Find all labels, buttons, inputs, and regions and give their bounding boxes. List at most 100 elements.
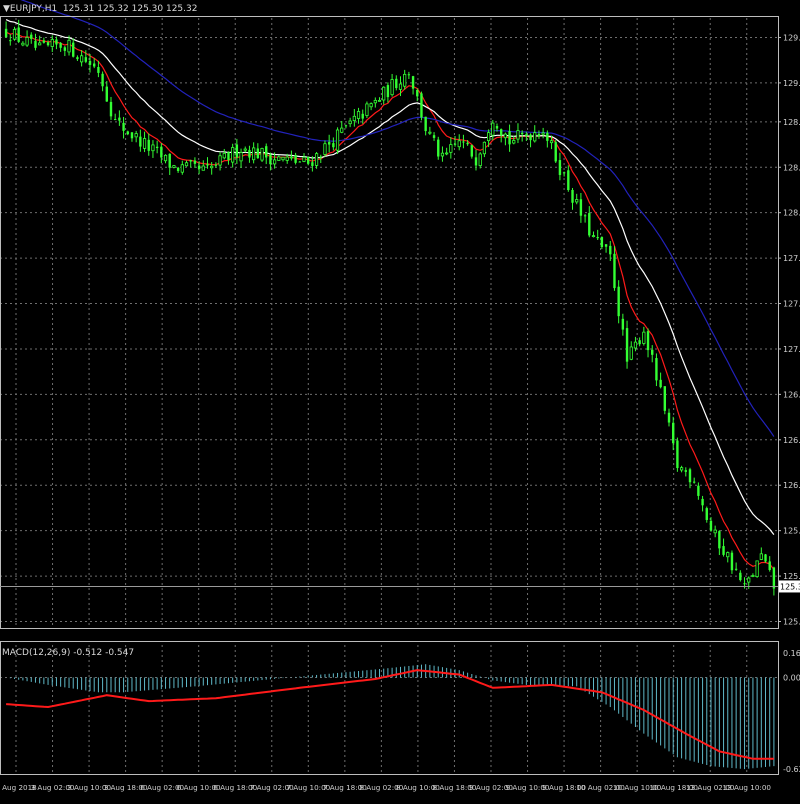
candle-body [617, 286, 620, 317]
macd-y-tick-label: 0.166 [783, 649, 800, 658]
candle-body [265, 146, 268, 158]
candle-body [679, 467, 684, 471]
candle-body [260, 148, 264, 161]
candle-body [503, 133, 507, 139]
candle-body [335, 129, 340, 151]
candle-body [772, 567, 776, 589]
candle-body [25, 37, 29, 46]
candle-body [533, 132, 537, 142]
candle-body [428, 131, 432, 134]
candle-body [147, 139, 150, 151]
candle-body [676, 440, 679, 469]
candle-body [508, 131, 511, 145]
candle-body [390, 79, 394, 96]
candle-body [377, 100, 382, 102]
candle-body [163, 154, 168, 162]
candle-body [743, 583, 746, 585]
candle-body [139, 136, 142, 147]
candle-body [155, 146, 159, 149]
candle-body [17, 27, 20, 42]
candle-body [235, 144, 239, 158]
candle-body [730, 552, 734, 571]
y-tick-label: 125.40 [783, 572, 800, 581]
candle-body [340, 127, 344, 133]
macd-y-tick-label: -0.62 [783, 765, 800, 774]
candle-body [361, 113, 364, 119]
candle-body [365, 103, 369, 116]
candle-body [554, 142, 557, 162]
candle-body [76, 57, 79, 60]
y-tick-label: 125.75 [783, 527, 800, 536]
candle-body [537, 133, 541, 137]
candle-body [529, 134, 532, 141]
candle-body [734, 568, 738, 570]
candle-body [549, 140, 554, 144]
candle-body [466, 142, 469, 145]
candle-body [609, 245, 612, 255]
price-tag-label: 125.32 [780, 582, 800, 591]
chart-svg[interactable]: 129.55 129.20 128.90 128.55 128.20 127.85 127.… [0, 0, 800, 800]
candle-body [722, 546, 725, 555]
candle-body [327, 142, 331, 145]
candle-body [747, 577, 751, 583]
candle-body [445, 152, 449, 155]
candle-body [512, 140, 516, 144]
y-tick-label: 125.05 [783, 618, 800, 627]
candle-body [659, 379, 662, 388]
candle-body [210, 165, 214, 169]
candle-body [692, 481, 696, 483]
candle-body [386, 85, 390, 98]
candle-body [621, 318, 625, 330]
candle-body [323, 143, 327, 155]
candle-body [67, 39, 71, 53]
candle-body [596, 237, 599, 239]
candle-body [142, 138, 147, 149]
current-price-tag: 125.32 [779, 580, 800, 593]
candle-body [633, 341, 638, 349]
candle-body [151, 144, 155, 152]
candle-body [42, 40, 46, 43]
candle-body [651, 349, 654, 355]
y-tick-label: 128.55 [783, 163, 800, 172]
candle-body [398, 83, 403, 90]
candle-body [697, 485, 700, 496]
candle-body [739, 572, 742, 581]
macd-y-tick-label: 0.00 [783, 674, 800, 683]
y-tick-label: 127.15 [783, 345, 800, 354]
candle-body [759, 553, 763, 560]
candle-body [437, 139, 440, 157]
candle-body [160, 146, 163, 158]
candle-body [80, 55, 84, 63]
y-tick-label: 129.20 [783, 79, 800, 88]
candle-body [525, 134, 528, 137]
candle-body [486, 132, 491, 142]
candle-body [311, 162, 314, 166]
candle-body [84, 57, 88, 62]
y-tick-label: 128.90 [783, 118, 800, 127]
chart-root: 129.55 129.20 128.90 128.55 128.20 127.85 127.… [0, 0, 800, 800]
candle-body [273, 159, 277, 165]
candle-body [218, 155, 222, 166]
candle-body [319, 156, 322, 158]
candle-body [625, 328, 629, 362]
macd-header: MACD(12,26,9) -0.512 -0.547 [2, 648, 135, 658]
candle-body [642, 331, 646, 344]
candle-body [629, 346, 633, 360]
candle-body [755, 560, 759, 577]
candle-body [571, 189, 574, 203]
candle-body [352, 115, 356, 121]
candle-body [289, 156, 294, 159]
candle-body [520, 132, 524, 135]
candle-body [55, 39, 58, 45]
candle-body [470, 145, 474, 157]
candle-body [72, 42, 75, 57]
candle-body [93, 63, 96, 67]
candle-body [495, 126, 499, 129]
candle-body [403, 73, 407, 87]
candle-body [457, 140, 461, 148]
candle-body [281, 156, 285, 161]
candle-body [562, 172, 566, 174]
candle-body [646, 331, 650, 351]
candle-body [122, 122, 125, 131]
candle-body [109, 101, 113, 117]
